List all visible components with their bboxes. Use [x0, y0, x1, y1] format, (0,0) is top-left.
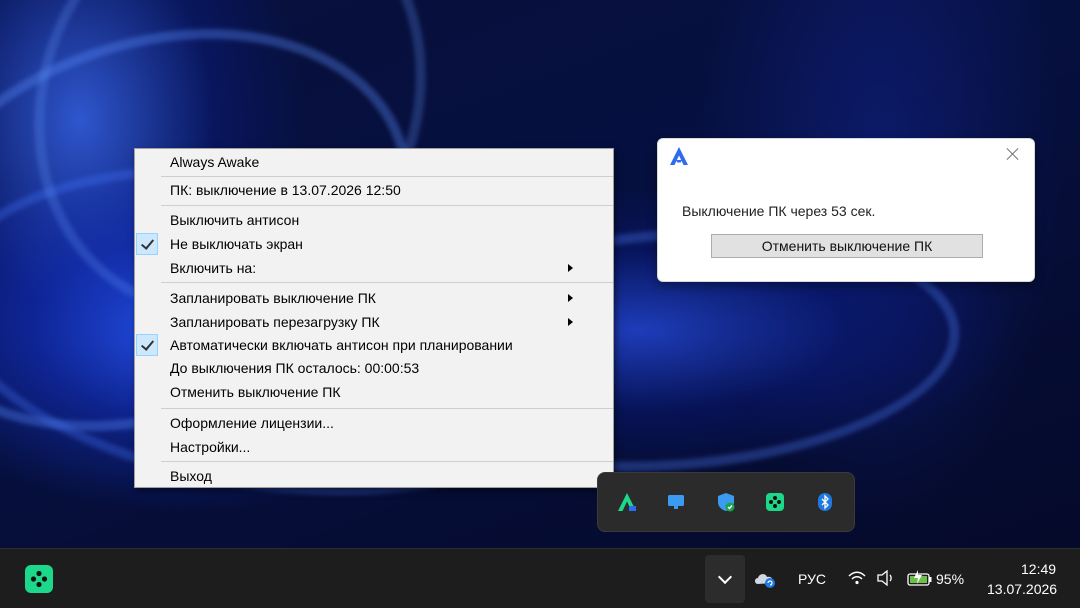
cancel-shutdown-button[interactable]: Отменить выключение ПК	[711, 234, 983, 258]
always-awake-icon[interactable]	[616, 491, 638, 513]
menu-item-app-title[interactable]: Always Awake	[135, 151, 613, 173]
menu-item-label: Запланировать перезагрузку ПК	[170, 314, 380, 330]
menu-separator	[161, 461, 613, 462]
green-app-icon[interactable]	[764, 491, 786, 513]
shutdown-notification: Выключение ПК через 53 сек. Отменить вык…	[657, 138, 1035, 282]
bluetooth-icon[interactable]	[814, 491, 836, 513]
menu-separator	[161, 176, 613, 177]
input-language[interactable]: РУС	[798, 571, 826, 587]
menu-item-exit[interactable]: Выход	[135, 465, 613, 487]
submenu-arrow-icon	[568, 264, 573, 272]
display-icon[interactable]	[665, 491, 687, 513]
tray-context-menu: Always Awake ПК: выключение в 13.07.2026…	[134, 148, 614, 488]
menu-item-label: Отменить выключение ПК	[170, 384, 341, 400]
clock-date[interactable]: 13.07.2026	[987, 581, 1057, 597]
taskbar: РУС 95% 12:49 13.07.2026	[0, 548, 1080, 608]
green-app-icon	[30, 570, 48, 588]
menu-item-label: Выключить антисон	[170, 212, 300, 228]
menu-item-label: Настройки...	[170, 439, 251, 455]
notification-message: Выключение ПК через 53 сек.	[682, 203, 876, 219]
menu-separator	[161, 205, 613, 206]
clock-time[interactable]: 12:49	[1021, 561, 1056, 577]
menu-item-label: Оформление лицензии...	[170, 415, 334, 431]
menu-item-label: Включить на:	[170, 260, 257, 276]
wifi-icon[interactable]	[848, 570, 866, 586]
close-icon[interactable]	[1006, 147, 1020, 161]
onedrive-sync-icon[interactable]	[753, 569, 777, 589]
security-shield-icon[interactable]	[715, 491, 737, 513]
menu-item-label: Запланировать выключение ПК	[170, 290, 376, 306]
menu-item-label: Автоматически включать антисон при плани…	[170, 337, 513, 353]
menu-item-label: Выход	[170, 468, 212, 484]
battery-percentage: 95%	[936, 571, 965, 587]
menu-separator	[161, 282, 613, 283]
menu-item-settings[interactable]: Настройки...	[135, 436, 613, 458]
menu-item-cancel-shutdown[interactable]: Отменить выключение ПК	[135, 381, 613, 403]
always-awake-logo-icon	[670, 147, 688, 165]
checkmark-icon	[136, 334, 158, 356]
menu-item-auto-antisleep[interactable]: Автоматически включать антисон при плани…	[135, 334, 613, 356]
menu-item-time-remaining[interactable]: До выключения ПК осталось: 00:00:53	[135, 357, 613, 379]
show-hidden-icons-button[interactable]	[705, 555, 745, 603]
menu-item-label: ПК: выключение в 13.07.2026 12:50	[170, 182, 401, 198]
battery-charging-icon[interactable]	[907, 569, 933, 587]
submenu-arrow-icon	[568, 318, 573, 326]
taskbar-app-icon[interactable]	[25, 565, 53, 593]
menu-item-schedule-restart[interactable]: Запланировать перезагрузку ПК	[135, 311, 613, 333]
tray-overflow-flyout	[597, 472, 855, 532]
menu-item-label: Always Awake	[170, 154, 260, 170]
menu-item-license[interactable]: Оформление лицензии...	[135, 412, 613, 434]
volume-icon[interactable]	[876, 570, 896, 586]
menu-item-label: До выключения ПК осталось: 00:00:53	[170, 360, 420, 376]
menu-item-schedule-shutdown[interactable]: Запланировать выключение ПК	[135, 287, 613, 309]
menu-separator	[161, 408, 613, 409]
menu-item-disable-antisleep[interactable]: Выключить антисон	[135, 209, 613, 231]
menu-item-enable-for[interactable]: Включить на:	[135, 257, 613, 279]
checkmark-icon	[136, 233, 158, 255]
menu-item-keep-screen-on[interactable]: Не выключать экран	[135, 233, 613, 255]
menu-item-label: Не выключать экран	[170, 236, 303, 252]
menu-item-shutdown-status[interactable]: ПК: выключение в 13.07.2026 12:50	[135, 179, 613, 201]
submenu-arrow-icon	[568, 294, 573, 302]
